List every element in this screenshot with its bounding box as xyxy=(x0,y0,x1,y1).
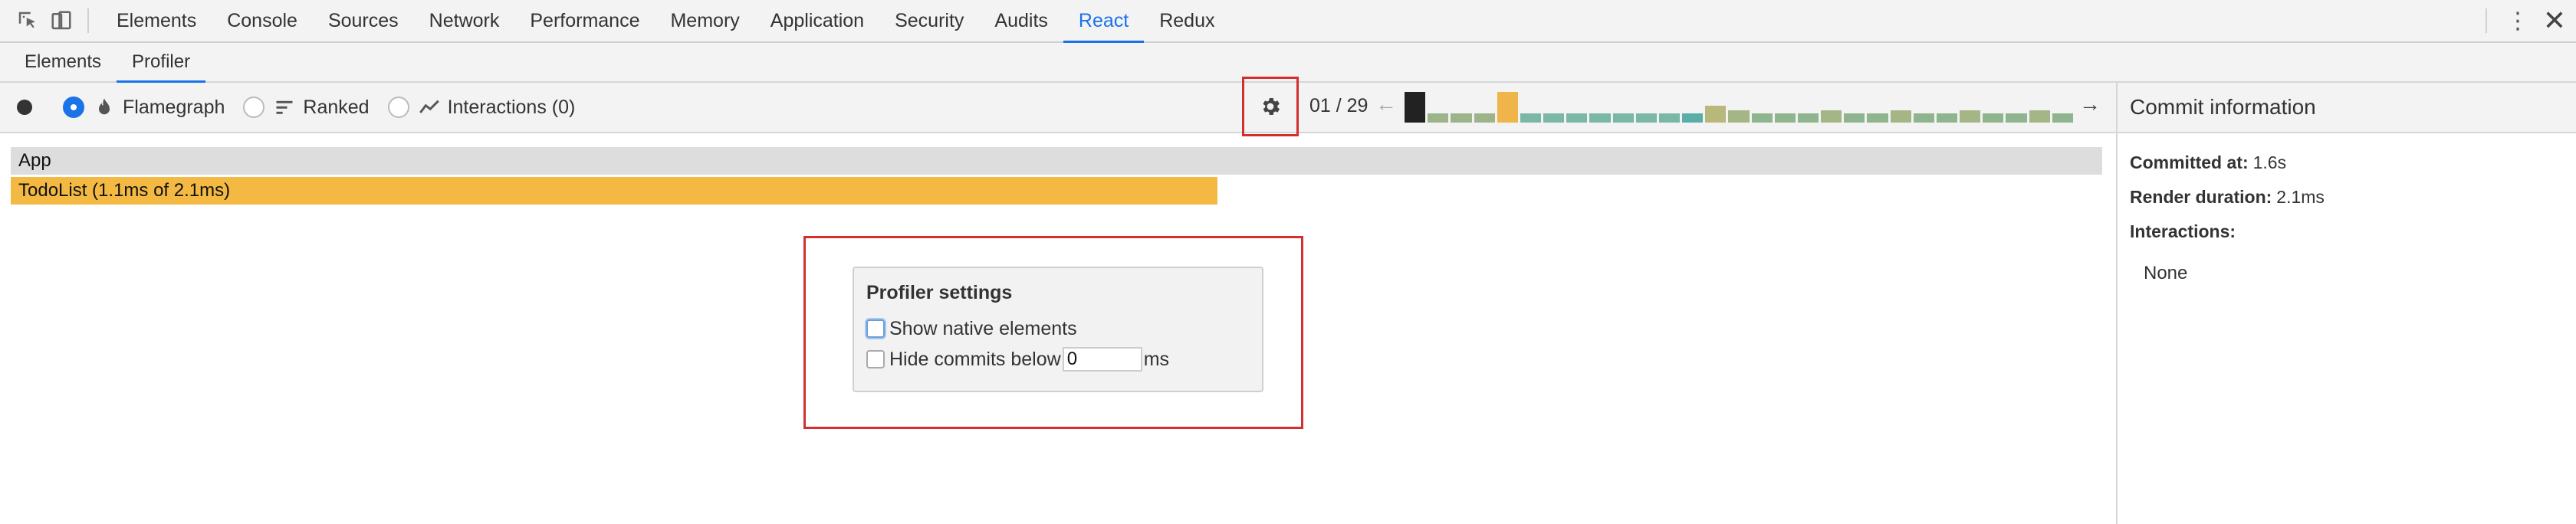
commit-bar[interactable] xyxy=(1705,106,1727,123)
hide-commits-checkbox[interactable] xyxy=(866,350,885,368)
commit-information-panel: Commit information Committed at: 1.6s Re… xyxy=(2116,83,2576,524)
devtools-tab-bar: Elements Console Sources Network Perform… xyxy=(0,0,2576,44)
ranked-mode[interactable]: Ranked xyxy=(243,96,370,119)
commit-selector[interactable] xyxy=(1405,92,2073,123)
commit-bar[interactable] xyxy=(1612,113,1634,123)
record-button[interactable] xyxy=(17,100,32,115)
interactions-row: Interactions: xyxy=(2130,215,2564,249)
interactions-label: Interactions (0) xyxy=(447,96,576,118)
tab-memory[interactable]: Memory xyxy=(655,0,754,42)
previous-commit-arrow-icon[interactable]: ← xyxy=(1375,92,1397,116)
profiler-settings-panel: Profiler settings Show native elements H… xyxy=(853,267,1263,392)
commit-information-title: Commit information xyxy=(2118,83,2576,133)
tab-sources[interactable]: Sources xyxy=(313,0,414,42)
show-native-label: Show native elements xyxy=(889,317,1077,339)
react-tab-elements[interactable]: Elements xyxy=(9,42,117,82)
commit-bar[interactable] xyxy=(1635,113,1657,123)
commit-bar[interactable] xyxy=(1451,113,1472,123)
commit-bar[interactable] xyxy=(1913,113,1934,123)
committed-at-label: Committed at: xyxy=(2130,152,2249,172)
commit-bar[interactable] xyxy=(2029,110,2050,123)
hide-commits-label: Hide commits below xyxy=(889,348,1061,370)
commit-bar[interactable] xyxy=(1844,113,1865,123)
tab-elements[interactable]: Elements xyxy=(101,0,212,42)
flame-icon xyxy=(94,97,115,118)
tab-react[interactable]: React xyxy=(1063,0,1145,44)
commit-bar[interactable] xyxy=(1797,113,1819,123)
commit-counter: 01 / 29 xyxy=(1309,95,1368,116)
commit-bar[interactable] xyxy=(1682,113,1704,123)
commit-bar[interactable] xyxy=(2052,113,2073,123)
tab-security[interactable]: Security xyxy=(879,0,979,42)
commit-bar[interactable] xyxy=(1428,113,1449,123)
flamegraph-mode[interactable]: Flamegraph xyxy=(63,97,225,119)
commit-bar[interactable] xyxy=(1751,113,1773,123)
interactions-label: Interactions: xyxy=(2130,221,2236,241)
committed-at-value: 1.6s xyxy=(2252,152,2287,172)
commit-bar[interactable] xyxy=(1658,113,1681,123)
inspect-element-icon[interactable] xyxy=(11,4,44,38)
commit-bar[interactable] xyxy=(2006,113,2027,123)
tab-console[interactable]: Console xyxy=(212,0,313,42)
commit-bar[interactable] xyxy=(1520,113,1542,123)
interactions-value: None xyxy=(2144,263,2188,283)
tab-application[interactable]: Application xyxy=(755,0,879,42)
commit-bar[interactable] xyxy=(1728,110,1750,123)
show-native-row[interactable]: Show native elements xyxy=(866,313,1250,344)
flamegraph-node-todolist[interactable]: TodoList (1.1ms of 2.1ms) xyxy=(11,177,1217,205)
hide-commits-row[interactable]: Hide commits below ms xyxy=(866,344,1250,375)
settings-title: Profiler settings xyxy=(866,282,1013,303)
tab-network[interactable]: Network xyxy=(414,0,515,42)
ms-unit-label: ms xyxy=(1143,348,1170,370)
commit-bar[interactable] xyxy=(1821,110,1842,123)
commit-bar[interactable] xyxy=(1566,113,1588,123)
react-tab-profiler[interactable]: Profiler xyxy=(117,42,206,84)
gear-icon xyxy=(1263,98,1280,115)
device-toolbar-icon[interactable] xyxy=(44,4,78,38)
commit-bar[interactable] xyxy=(1960,110,1981,123)
tab-redux[interactable]: Redux xyxy=(1144,0,1230,42)
settings-button[interactable] xyxy=(1242,77,1299,136)
commit-bar[interactable] xyxy=(1867,113,1888,123)
tab-performance[interactable]: Performance xyxy=(514,0,655,42)
commit-bar[interactable] xyxy=(1774,113,1796,123)
commit-bar[interactable] xyxy=(1589,113,1611,123)
next-commit-arrow-icon[interactable]: → xyxy=(2079,92,2101,116)
hide-commits-threshold-input[interactable] xyxy=(1062,347,1142,372)
show-native-checkbox[interactable] xyxy=(866,319,885,338)
render-duration-row: Render duration: 2.1ms xyxy=(2130,180,2564,215)
ranked-label: Ranked xyxy=(303,96,370,118)
toolbar-divider xyxy=(87,8,89,33)
more-options-icon[interactable]: ⋮ xyxy=(2502,4,2533,38)
interactions-icon xyxy=(419,97,440,118)
interactions-radio[interactable] xyxy=(387,97,409,118)
committed-at-row: Committed at: 1.6s xyxy=(2130,146,2564,180)
close-icon[interactable]: ✕ xyxy=(2533,4,2576,38)
flamegraph-radio[interactable] xyxy=(63,97,84,118)
commit-bar[interactable] xyxy=(1890,110,1911,123)
ranked-icon xyxy=(274,97,295,118)
interactions-mode[interactable]: Interactions (0) xyxy=(387,96,576,119)
commit-bar[interactable] xyxy=(1543,113,1565,123)
toolbar-divider xyxy=(2486,8,2487,33)
ranked-radio[interactable] xyxy=(243,97,265,118)
tab-audits[interactable]: Audits xyxy=(979,0,1063,42)
commit-bar[interactable] xyxy=(1497,92,1518,123)
render-duration-value: 2.1ms xyxy=(2276,187,2325,207)
flamegraph-label: Flamegraph xyxy=(123,96,225,118)
flamegraph-node-app[interactable]: App xyxy=(11,147,2102,175)
commit-bar[interactable] xyxy=(1983,113,2004,123)
commit-bar[interactable] xyxy=(1405,92,1426,123)
render-duration-label: Render duration: xyxy=(2130,187,2272,207)
commit-bar[interactable] xyxy=(1474,113,1495,123)
commit-bar[interactable] xyxy=(1936,113,1958,123)
